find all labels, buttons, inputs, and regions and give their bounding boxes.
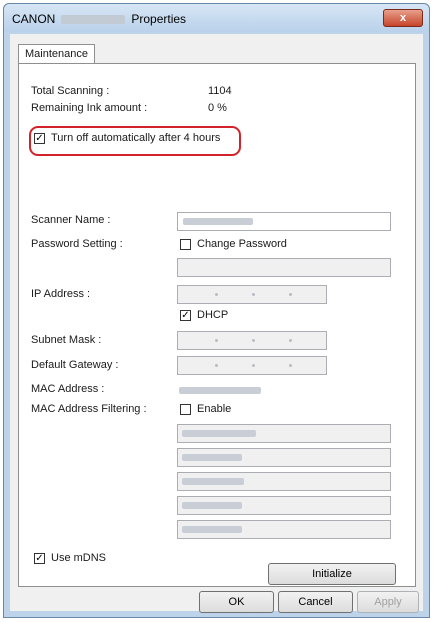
remaining-ink-value: 0 % (208, 102, 227, 114)
window-title: CANON Properties (12, 12, 186, 26)
password-field[interactable] (177, 258, 391, 277)
enable-label[interactable]: Enable (197, 403, 231, 415)
subnet-mask-field[interactable] (177, 331, 327, 350)
ip-address-field[interactable] (177, 285, 327, 304)
title-prefix: CANON (12, 12, 56, 26)
ok-button[interactable]: OK (199, 591, 274, 613)
dialog-client-area: Maintenance Total Scanning : 1104 Remain… (10, 34, 423, 613)
cancel-button[interactable]: Cancel (278, 591, 353, 613)
ip-separator-dot (289, 339, 292, 342)
ip-separator-dot (215, 339, 218, 342)
separator (31, 204, 405, 205)
mac-filter-entry[interactable] (177, 520, 391, 539)
redacted-value (182, 478, 244, 485)
total-scanning-label: Total Scanning : (31, 85, 110, 97)
default-gateway-label: Default Gateway : (31, 359, 119, 371)
dhcp-checkbox[interactable]: ✓ (180, 310, 191, 321)
ip-address-label: IP Address : (31, 288, 91, 300)
use-mdns-label[interactable]: Use mDNS (51, 552, 106, 564)
redacted-value (182, 430, 256, 437)
redacted-model-name (61, 15, 126, 25)
enable-checkbox[interactable] (180, 404, 191, 415)
password-setting-label: Password Setting : (31, 238, 123, 250)
apply-button[interactable]: Apply (357, 591, 419, 613)
total-scanning-value: 1104 (208, 85, 232, 97)
close-icon: x (399, 12, 407, 24)
ip-separator-dot (252, 339, 255, 342)
change-password-label[interactable]: Change Password (197, 238, 287, 250)
close-button[interactable]: x (383, 9, 423, 27)
mac-filter-entry[interactable] (177, 424, 391, 443)
tab-maintenance[interactable]: Maintenance (18, 44, 95, 64)
initialize-button[interactable]: Initialize (268, 563, 396, 585)
redacted-value (182, 502, 242, 509)
redacted-mac-address (179, 387, 261, 394)
mac-filtering-label: MAC Address Filtering : (31, 403, 147, 415)
use-mdns-checkbox[interactable]: ✓ (34, 553, 45, 564)
ip-separator-dot (215, 364, 218, 367)
mac-filter-entry[interactable] (177, 496, 391, 515)
scanner-name-field[interactable] (177, 212, 391, 231)
default-gateway-field[interactable] (177, 356, 327, 375)
ip-separator-dot (289, 364, 292, 367)
subnet-mask-label: Subnet Mask : (31, 334, 102, 346)
ip-separator-dot (289, 293, 292, 296)
remaining-ink-label: Remaining Ink amount : (31, 102, 148, 114)
ip-separator-dot (252, 364, 255, 367)
title-bar[interactable]: CANON Properties x (4, 4, 429, 32)
scanner-name-label: Scanner Name : (31, 214, 111, 226)
title-suffix: Properties (131, 12, 187, 26)
change-password-checkbox[interactable] (180, 239, 191, 250)
properties-window: CANON Properties x Maintenance Total Scan… (3, 3, 430, 618)
highlight-annotation (29, 126, 241, 156)
redacted-value (183, 218, 253, 225)
ip-separator-dot (252, 293, 255, 296)
redacted-value (182, 526, 242, 533)
mac-filter-entry[interactable] (177, 472, 391, 491)
separator (31, 122, 405, 123)
dhcp-label[interactable]: DHCP (197, 309, 228, 321)
mac-address-label: MAC Address : (31, 383, 105, 395)
redacted-value (182, 454, 242, 461)
ip-separator-dot (215, 293, 218, 296)
mac-filter-entry[interactable] (177, 448, 391, 467)
